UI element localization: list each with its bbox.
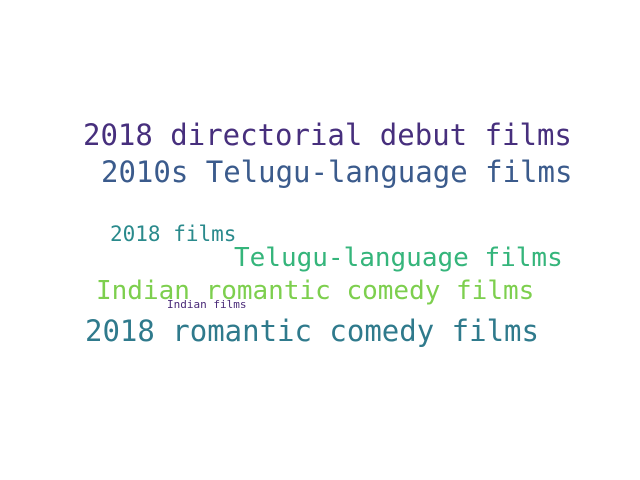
word-2018-directorial-debut-films: 2018 directorial debut films [83,118,572,152]
word-2018-films: 2018 films [110,222,237,246]
word-indian-films: Indian films [167,298,247,311]
word-cloud: 2018 directorial debut films 2010s Telug… [0,0,640,480]
word-telugu-language-films: Telugu-language films [234,243,563,273]
word-2010s-telugu-language-films: 2010s Telugu-language films [101,155,573,189]
word-2018-romantic-comedy-films: 2018 romantic comedy films [85,314,539,348]
word-indian-romantic-comedy-films: Indian romantic comedy films [96,276,535,306]
